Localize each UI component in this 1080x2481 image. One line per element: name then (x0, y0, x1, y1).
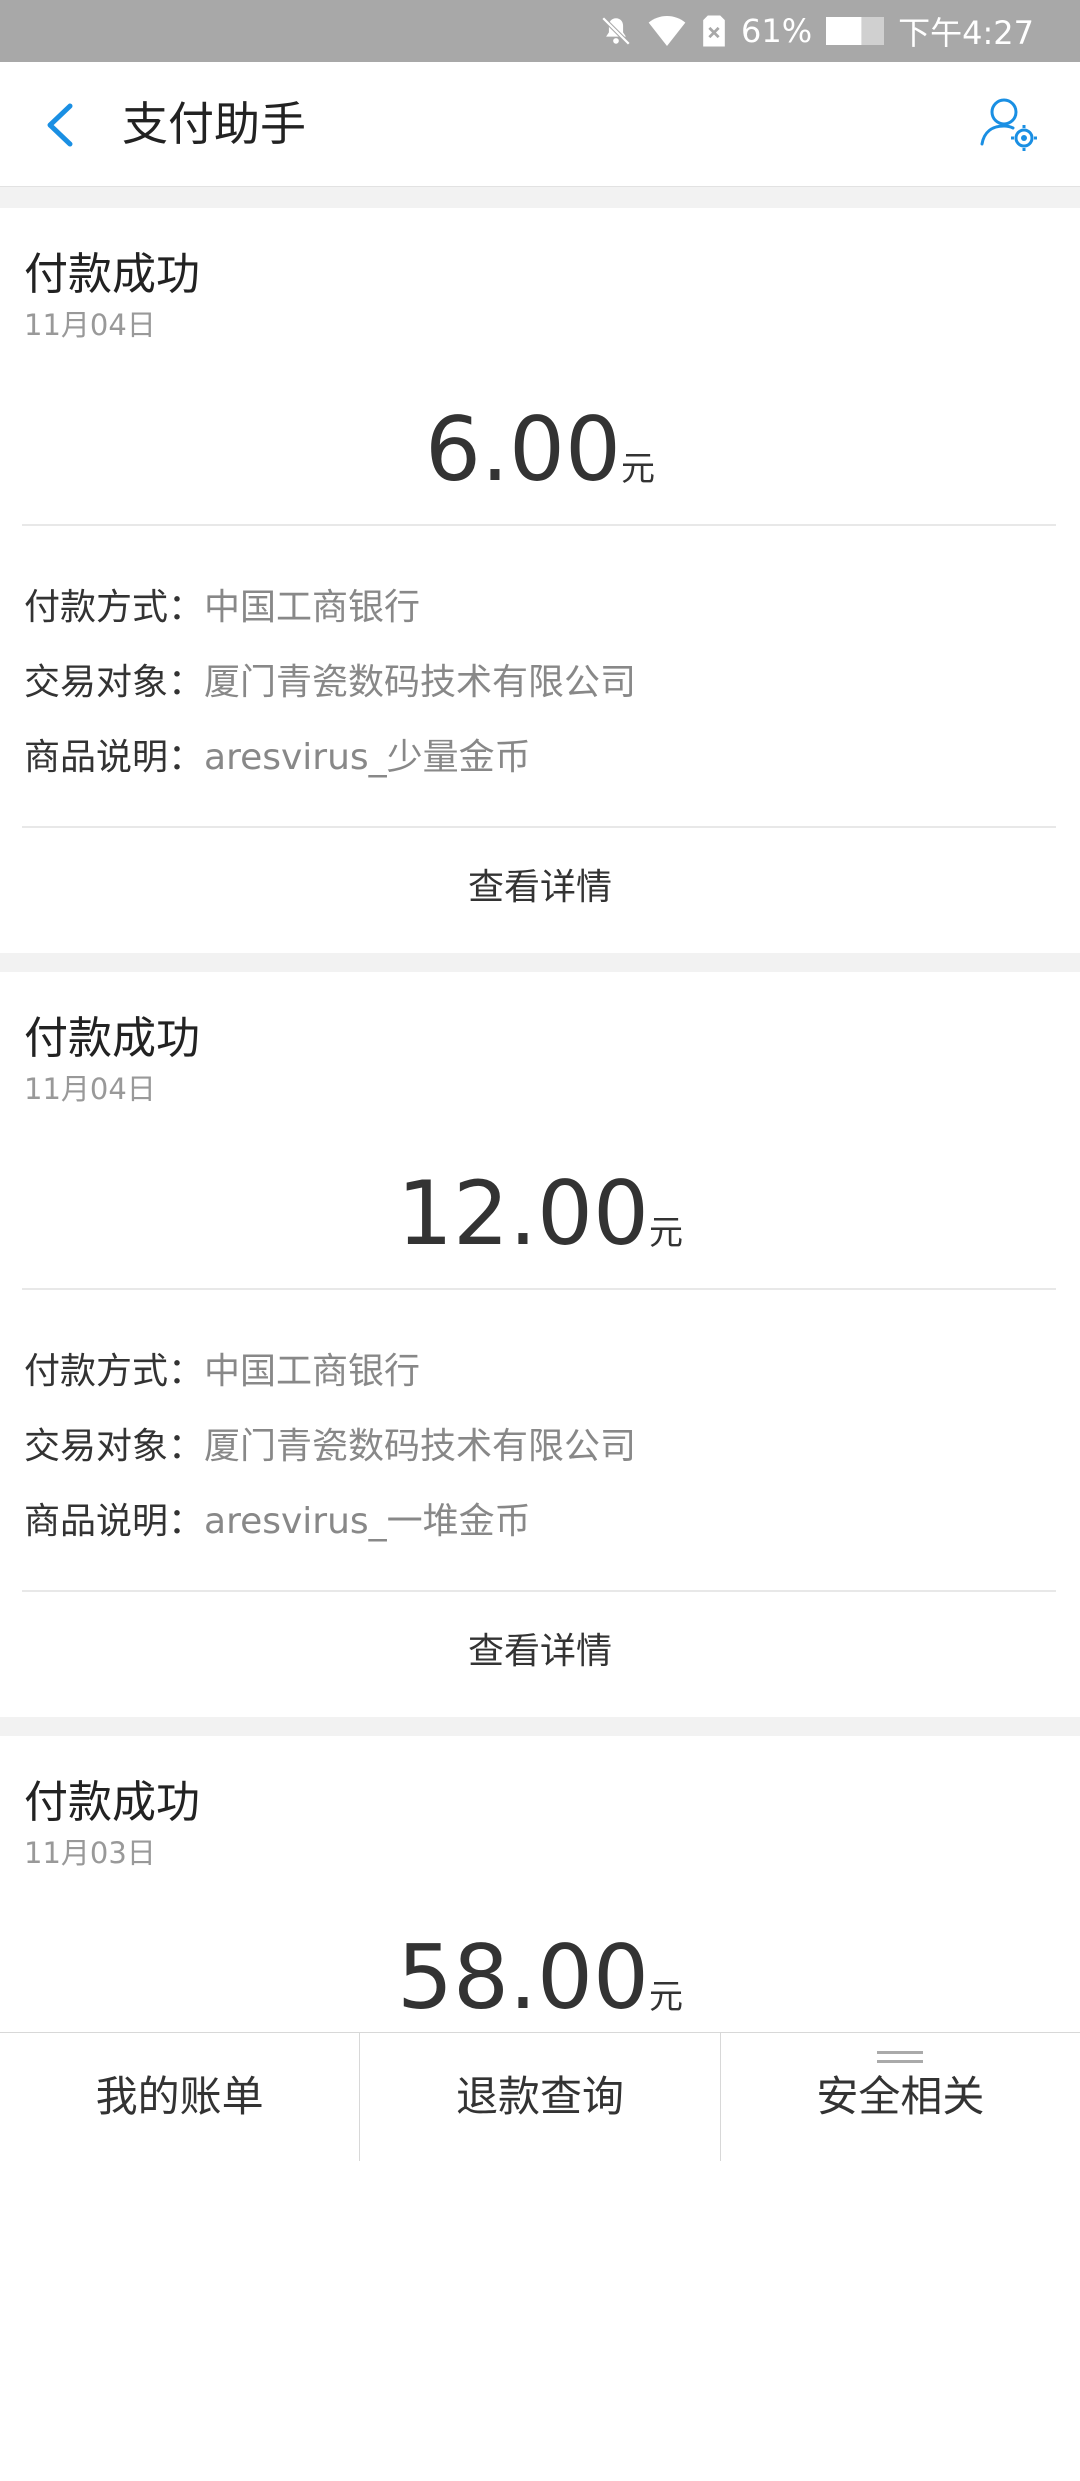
menu-lines-icon (877, 2051, 924, 2069)
tab-my-bills[interactable]: 我的账单 (0, 2033, 359, 2161)
battery-percent: 61% (741, 12, 813, 50)
product-row: 商品说明：aresvirus_少量金币 (24, 728, 531, 780)
tab-refund-query[interactable]: 退款查询 (359, 2033, 719, 2161)
divider (22, 524, 1056, 526)
transaction-date: 11月03日 (24, 1836, 156, 1870)
transaction-card: 付款成功 11月04日 12.00元 付款方式：中国工商银行 交易对象：厦门青瓷… (0, 972, 1080, 1717)
transaction-date: 11月04日 (24, 1072, 156, 1106)
transaction-card: 付款成功 11月04日 6.00元 付款方式：中国工商银行 交易对象：厦门青瓷数… (0, 208, 1080, 953)
product-value: aresvirus_少量金币 (204, 737, 531, 778)
amount-unit: 元 (648, 1977, 683, 2017)
amount-unit: 元 (620, 449, 655, 489)
counterparty-label: 交易对象： (24, 662, 205, 703)
amount-value: 12.00 (397, 1162, 649, 1265)
amount: 6.00元 (0, 398, 1080, 501)
product-label: 商品说明： (24, 737, 205, 778)
counterparty-value: 厦门青瓷数码技术有限公司 (204, 1426, 637, 1467)
payment-method-value: 中国工商银行 (204, 587, 421, 628)
app-header: 支付助手 (0, 62, 1080, 187)
payment-method-label: 付款方式： (24, 587, 205, 628)
product-label: 商品说明： (24, 1501, 205, 1542)
counterparty-value: 厦门青瓷数码技术有限公司 (204, 662, 637, 703)
divider (22, 1288, 1056, 1290)
status-bar: 61% 下午4:27 (0, 0, 1080, 62)
status-icons: 61% 下午4:27 (599, 0, 1034, 62)
tab-security[interactable]: 安全相关 (719, 2033, 1080, 2161)
transaction-status: 付款成功 (24, 1777, 200, 1828)
amount-value: 58.00 (397, 1926, 649, 2029)
page-title: 支付助手 (122, 97, 306, 151)
payment-method-row: 付款方式：中国工商银行 (24, 1342, 420, 1394)
counterparty-row: 交易对象：厦门青瓷数码技术有限公司 (24, 1417, 636, 1469)
tab-security-label: 安全相关 (816, 2072, 985, 2121)
user-settings-button[interactable] (978, 94, 1040, 156)
transaction-status: 付款成功 (24, 249, 200, 300)
battery-icon (826, 17, 885, 45)
wifi-icon (647, 14, 687, 48)
product-row: 商品说明：aresvirus_一堆金币 (24, 1492, 531, 1544)
counterparty-label: 交易对象： (24, 1426, 205, 1467)
back-button[interactable] (38, 100, 88, 150)
user-settings-icon (980, 98, 1037, 151)
product-value: aresvirus_一堆金币 (204, 1501, 531, 1542)
amount-value: 6.00 (425, 398, 621, 501)
counterparty-row: 交易对象：厦门青瓷数码技术有限公司 (24, 653, 636, 705)
transaction-status: 付款成功 (24, 1013, 200, 1064)
transaction-date: 11月04日 (24, 308, 156, 342)
view-details-button[interactable]: 查看详情 (0, 1592, 1080, 1712)
clock: 下午4:27 (898, 14, 1034, 52)
payment-method-label: 付款方式： (24, 1351, 205, 1392)
amount: 58.00元 (0, 1926, 1080, 2029)
back-arrow-icon (47, 103, 73, 147)
bottom-tab-bar: 我的账单 退款查询 安全相关 (0, 2032, 1080, 2161)
amount-unit: 元 (648, 1213, 683, 1253)
no-sim-icon (701, 14, 727, 48)
payment-method-row: 付款方式：中国工商银行 (24, 578, 420, 630)
payment-method-value: 中国工商银行 (204, 1351, 421, 1392)
amount: 12.00元 (0, 1162, 1080, 1265)
view-details-button[interactable]: 查看详情 (0, 828, 1080, 948)
mute-bell-icon (599, 14, 633, 48)
